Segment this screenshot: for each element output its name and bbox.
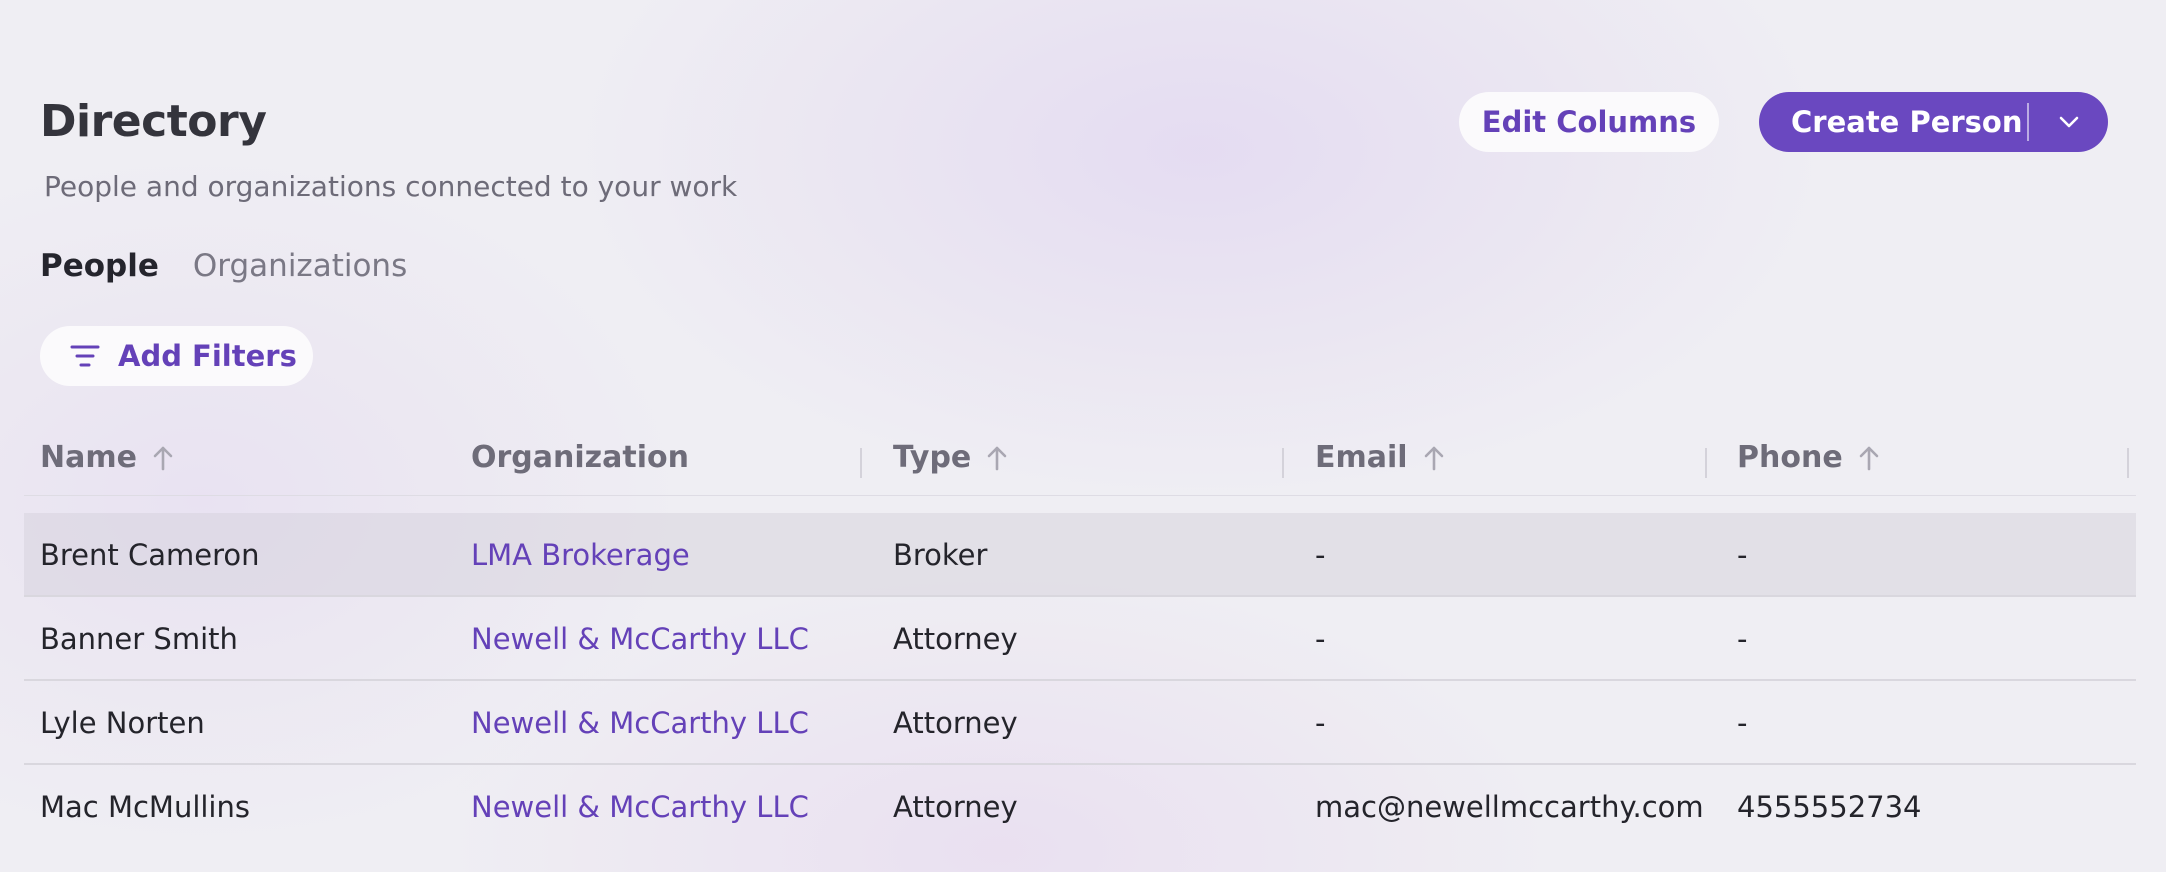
cell-phone: - <box>1737 706 1748 740</box>
cell-name: Mac McMullins <box>40 790 250 824</box>
sort-arrow-up-icon[interactable] <box>1422 444 1446 472</box>
column-resize-handle[interactable] <box>1282 448 1284 478</box>
tab-people[interactable]: People <box>40 248 159 284</box>
table-row[interactable]: Lyle Norten Newell & McCarthy LLC Attorn… <box>24 681 2136 765</box>
chevron-down-icon[interactable] <box>2029 115 2108 129</box>
cell-email: - <box>1315 622 1326 656</box>
cell-type: Attorney <box>893 706 1018 740</box>
cell-organization-link[interactable]: LMA Brokerage <box>471 513 690 597</box>
add-filters-label: Add Filters <box>118 339 297 373</box>
column-label: Phone <box>1737 440 1843 475</box>
page-title: Directory <box>40 96 267 147</box>
tab-bar: People Organizations <box>40 248 407 284</box>
edit-columns-button[interactable]: Edit Columns <box>1459 92 1719 152</box>
add-filters-button[interactable]: Add Filters <box>40 326 313 386</box>
column-resize-handle[interactable] <box>860 448 862 478</box>
table-row[interactable]: Mac McMullins Newell & McCarthy LLC Atto… <box>24 765 2136 849</box>
cell-name: Lyle Norten <box>40 706 205 740</box>
cell-phone: - <box>1737 538 1748 572</box>
table-row[interactable]: Banner Smith Newell & McCarthy LLC Attor… <box>24 597 2136 681</box>
cell-email: - <box>1315 538 1326 572</box>
cell-email: - <box>1315 706 1326 740</box>
column-header-email[interactable]: Email <box>1315 440 1446 475</box>
column-label: Email <box>1315 440 1408 475</box>
column-header-name[interactable]: Name <box>40 440 175 475</box>
sort-arrow-up-icon[interactable] <box>151 444 175 472</box>
column-header-type[interactable]: Type <box>893 440 1009 475</box>
column-resize-handle[interactable] <box>2127 448 2129 478</box>
cell-email: mac@newellmccarthy.com <box>1315 790 1704 824</box>
create-person-label: Create Person <box>1791 105 2023 139</box>
column-label: Organization <box>471 440 689 475</box>
tab-organizations[interactable]: Organizations <box>193 248 407 284</box>
cell-organization-link[interactable]: Newell & McCarthy LLC <box>471 681 809 765</box>
cell-type: Attorney <box>893 622 1018 656</box>
column-resize-handle[interactable] <box>1705 448 1707 478</box>
column-header-organization[interactable]: Organization <box>471 440 689 475</box>
cell-type: Attorney <box>893 790 1018 824</box>
table-header: Name Organization Type Email Phone <box>24 430 2136 496</box>
column-label: Name <box>40 440 137 475</box>
sort-arrow-up-icon[interactable] <box>1857 444 1881 472</box>
page-subtitle: People and organizations connected to yo… <box>44 170 738 203</box>
column-header-phone[interactable]: Phone <box>1737 440 1881 475</box>
table-row[interactable]: Brent Cameron LMA Brokerage Broker - - <box>24 513 2136 597</box>
column-label: Type <box>893 440 972 475</box>
cell-phone: - <box>1737 622 1748 656</box>
filter-icon <box>70 344 100 368</box>
cell-organization-link[interactable]: Newell & McCarthy LLC <box>471 597 809 681</box>
create-person-button[interactable]: Create Person <box>1759 92 2108 152</box>
sort-arrow-up-icon[interactable] <box>985 444 1009 472</box>
cell-name: Banner Smith <box>40 622 238 656</box>
cell-phone: 4555552734 <box>1737 790 1922 824</box>
cell-organization-link[interactable]: Newell & McCarthy LLC <box>471 765 809 849</box>
cell-type: Broker <box>893 538 988 572</box>
cell-name: Brent Cameron <box>40 538 260 572</box>
